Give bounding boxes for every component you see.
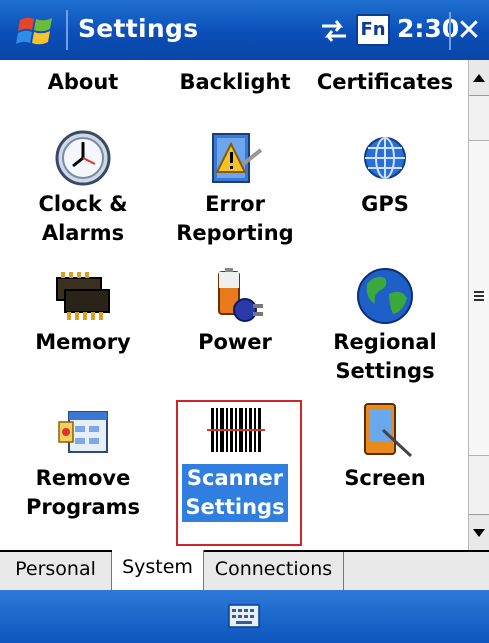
item-backlight[interactable]: Backlight (160, 68, 310, 97)
item-gps[interactable]: GPS (310, 126, 460, 219)
pda-stylus-icon (364, 403, 413, 458)
connectivity-icon[interactable] (318, 16, 350, 46)
bottom-menu-bar (0, 590, 489, 643)
grip-icon (474, 291, 484, 303)
item-regional-settings[interactable]: Regional Settings (310, 264, 460, 386)
vertical-scrollbar[interactable] (468, 60, 489, 550)
item-label: Memory (35, 330, 131, 354)
close-separator (449, 12, 451, 50)
arrow-up-icon (473, 74, 485, 82)
title-separator (66, 10, 68, 50)
scroll-up-button[interactable] (469, 60, 489, 96)
item-error-reporting[interactable]: Error Reporting (160, 126, 310, 248)
item-label: Clock & Alarms (38, 192, 128, 245)
windows-start-icon[interactable] (14, 12, 58, 50)
item-memory[interactable]: Memory (8, 264, 158, 357)
error-report-icon (212, 133, 263, 183)
tab-bar: Personal System Connections (0, 550, 489, 590)
remove-programs-icon (58, 411, 108, 453)
close-icon: ✕ (456, 13, 482, 48)
item-remove-programs[interactable]: Remove Programs (8, 400, 158, 522)
clock-icon (55, 130, 111, 186)
item-label: Power (198, 330, 272, 354)
item-label: Remove Programs (25, 466, 141, 519)
keyboard-icon[interactable] (228, 604, 260, 628)
item-label: Certificates (316, 70, 454, 94)
item-certificates[interactable]: Certificates (310, 68, 460, 97)
item-power[interactable]: Power (160, 264, 310, 357)
item-about[interactable]: About (8, 68, 158, 97)
item-label: About (47, 70, 119, 94)
item-label: Screen (344, 466, 426, 490)
tab-personal[interactable]: Personal (0, 552, 112, 590)
window-title: Settings (78, 14, 199, 43)
globe-gps-icon (364, 137, 406, 179)
tab-connections[interactable]: Connections (204, 552, 344, 590)
scroll-thumb[interactable] (469, 140, 489, 456)
fn-key-indicator[interactable]: Fn (356, 14, 390, 46)
earth-icon (357, 268, 413, 324)
settings-content: About Backlight Certificates Clock & Ala… (0, 60, 468, 550)
item-screen[interactable]: Screen (310, 400, 460, 493)
item-label: Backlight (179, 70, 291, 94)
scroll-down-button[interactable] (469, 514, 489, 550)
item-label: Regional Settings (333, 330, 437, 383)
battery-plug-icon (218, 268, 263, 322)
item-label: GPS (361, 192, 409, 216)
close-button[interactable]: ✕ (449, 8, 489, 54)
item-label: Error Reporting (176, 192, 294, 245)
title-bar: Settings Fn 2:30 ✕ (0, 0, 489, 60)
arrow-down-icon (473, 529, 485, 537)
memory-chip-icon (56, 272, 110, 320)
highlight-box (176, 400, 302, 546)
tab-system[interactable]: System (112, 550, 204, 590)
item-clock-alarms[interactable]: Clock & Alarms (8, 126, 158, 248)
